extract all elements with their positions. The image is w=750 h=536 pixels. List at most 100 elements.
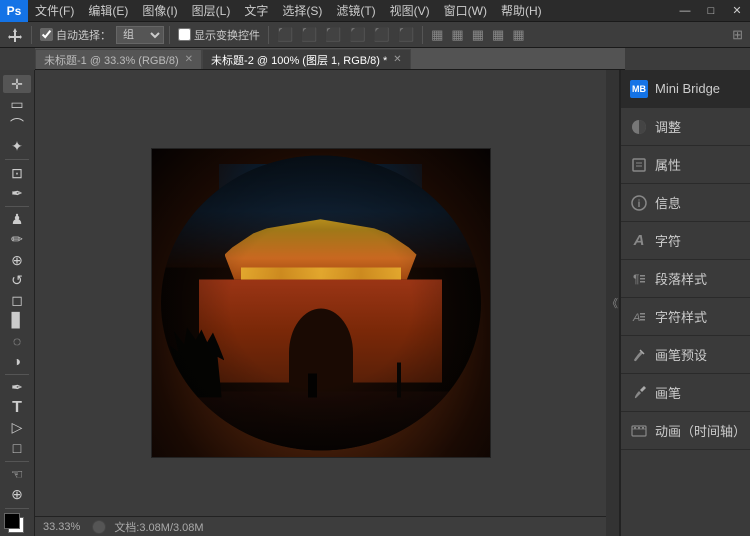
blur-icon[interactable]: ◌ — [3, 331, 31, 349]
align-left-btn[interactable]: ⬛ — [274, 25, 296, 45]
auto-select-dropdown[interactable]: 组 图层 — [116, 26, 164, 44]
hand-icon[interactable]: ☜ — [3, 465, 31, 483]
auto-select-label: 自动选择： — [56, 27, 111, 43]
panel-item-info[interactable]: i 信息 — [621, 184, 750, 222]
path-selection-icon[interactable]: ▷ — [3, 419, 31, 437]
distribute-left-btn[interactable]: ▦ — [469, 25, 487, 45]
panel-item-mini-bridge[interactable]: MB Mini Bridge — [621, 70, 750, 108]
distribute-right-btn[interactable]: ▦ — [509, 25, 527, 45]
menu-file[interactable]: 文件(F) — [28, 0, 81, 22]
adjustments-icon — [629, 117, 649, 137]
type-icon[interactable]: T — [3, 398, 31, 416]
align-center-btn[interactable]: ⬛ — [298, 25, 320, 45]
canvas-area[interactable]: 33.33% 文档:3.08M/3.08M ▶ — [35, 70, 606, 536]
animation-icon — [629, 421, 649, 441]
panel-item-character[interactable]: A 字符 — [621, 222, 750, 260]
menu-select[interactable]: 选择(S) — [275, 0, 329, 22]
crop-icon[interactable]: ⊡ — [3, 164, 31, 182]
eyedropper-icon[interactable]: ✒ — [3, 184, 31, 202]
menu-view[interactable]: 视图(V) — [383, 0, 437, 22]
tool-separator-2 — [5, 206, 29, 207]
menu-edit[interactable]: 编辑(E) — [81, 0, 135, 22]
menu-help[interactable]: 帮助(H) — [494, 0, 549, 22]
move-tool-icon[interactable]: ✛ — [3, 75, 31, 93]
adjustments-label: 调整 — [655, 117, 681, 136]
character-styles-label: 字符样式 — [655, 307, 707, 326]
menu-layers[interactable]: 图层(L) — [185, 0, 238, 22]
history-brush-icon[interactable]: ↺ — [3, 271, 31, 289]
tab-untitled-2[interactable]: 未标题-2 @ 100% (图层 1, RGB/8) * ✕ — [202, 49, 411, 69]
align-top-btn[interactable]: ⬛ — [347, 25, 369, 45]
panel-item-animation[interactable]: 动画（时间轴） — [621, 412, 750, 450]
status-indicator — [92, 520, 106, 534]
panel-item-properties[interactable]: 属性 — [621, 146, 750, 184]
transform-control-checkbox[interactable] — [178, 28, 191, 41]
svg-text:¶: ¶ — [633, 272, 639, 286]
menu-window[interactable]: 窗口(W) — [437, 0, 494, 22]
brush-icon[interactable]: ✏ — [3, 231, 31, 249]
arrange-btn[interactable]: ⊞ — [729, 25, 746, 45]
collapse-icon: 《 — [607, 295, 618, 311]
doc-info: 文档:3.08M/3.08M — [114, 519, 606, 535]
main-layout: ✛ ▭ ⌒ ✦ ⊡ ✒ ♟ ✏ ⊕ ↺ ◻ ▊ ◌ ◑ ✒ T ▷ □ ☜ ⊕ — [0, 70, 750, 536]
align-right-btn[interactable]: ⬛ — [322, 25, 344, 45]
tab-untitled-1[interactable]: 未标题-1 @ 33.3% (RGB/8) ✕ — [35, 49, 202, 69]
rectangular-marquee-icon[interactable]: ▭ — [3, 95, 31, 113]
align-middle-btn[interactable]: ⬛ — [371, 25, 393, 45]
paragraph-styles-icon: ¶ — [629, 269, 649, 289]
tool-separator-1 — [5, 159, 29, 160]
right-panel: MB Mini Bridge 调整 — [620, 70, 750, 536]
menu-filter[interactable]: 滤镜(T) — [329, 0, 382, 22]
toolbar-separator-2 — [169, 26, 170, 44]
lasso-icon[interactable]: ⌒ — [3, 115, 31, 135]
panel-item-brush-presets[interactable]: 画笔预设 — [621, 336, 750, 374]
brush-presets-label: 画笔预设 — [655, 345, 707, 364]
brush-icon-panel — [629, 383, 649, 403]
menu-items: 文件(F) 编辑(E) 图像(I) 图层(L) 文字 选择(S) 滤镜(T) 视… — [28, 0, 549, 22]
panel-collapse-button[interactable]: 《 — [606, 70, 620, 536]
tool-separator-3 — [5, 374, 29, 375]
dodge-icon[interactable]: ◑ — [3, 352, 31, 370]
tool-separator-5 — [5, 508, 29, 509]
toolbar-separator-3 — [268, 26, 269, 44]
auto-select-checkbox[interactable] — [40, 28, 53, 41]
tool-separator-4 — [5, 461, 29, 462]
close-button[interactable]: ✕ — [724, 0, 750, 22]
distribute-h-btn[interactable]: ▦ — [428, 25, 446, 45]
panel-item-adjustments[interactable]: 调整 — [621, 108, 750, 146]
distribute-v-btn[interactable]: ▦ — [448, 25, 466, 45]
quick-select-icon[interactable]: ✦ — [3, 137, 31, 155]
panel-item-brush[interactable]: 画笔 — [621, 374, 750, 412]
align-bottom-btn[interactable]: ⬛ — [395, 25, 417, 45]
spot-healing-icon[interactable]: ♟ — [3, 211, 31, 229]
properties-label: 属性 — [655, 155, 681, 174]
info-label: 信息 — [655, 193, 681, 212]
canvas-content — [55, 80, 586, 526]
shape-icon[interactable]: □ — [3, 439, 31, 457]
gradient-icon[interactable]: ▊ — [3, 311, 31, 329]
move-tool-btn[interactable] — [4, 25, 26, 45]
options-toolbar: 自动选择： 组 图层 显示变换控件 ⬛ ⬛ ⬛ ⬛ ⬛ ⬛ ▦ ▦ ▦ ▦ ▦ … — [0, 22, 750, 48]
maximize-button[interactable]: □ — [698, 0, 724, 22]
minimize-button[interactable]: — — [672, 0, 698, 22]
ps-logo: Ps — [0, 0, 28, 22]
tab-close-2[interactable]: ✕ — [393, 54, 401, 65]
eraser-icon[interactable]: ◻ — [3, 291, 31, 309]
panel-item-paragraph-styles[interactable]: ¶ 段落样式 — [621, 260, 750, 298]
svg-text:A: A — [632, 312, 640, 324]
menu-text[interactable]: 文字 — [237, 0, 275, 22]
panel-item-character-styles[interactable]: A 字符样式 — [621, 298, 750, 336]
clone-stamp-icon[interactable]: ⊕ — [3, 251, 31, 269]
pen-icon[interactable]: ✒ — [3, 378, 31, 396]
paragraph-styles-label: 段落样式 — [655, 269, 707, 288]
distribute-center-btn[interactable]: ▦ — [489, 25, 507, 45]
toolbar-separator-1 — [31, 26, 32, 44]
menu-image[interactable]: 图像(I) — [135, 0, 184, 22]
color-swatches[interactable] — [4, 513, 30, 530]
svg-text:i: i — [638, 199, 641, 210]
vignette — [161, 156, 481, 451]
info-icon: i — [629, 193, 649, 213]
tab-close-1[interactable]: ✕ — [185, 54, 193, 65]
properties-icon — [629, 155, 649, 175]
zoom-icon[interactable]: ⊕ — [3, 486, 31, 504]
